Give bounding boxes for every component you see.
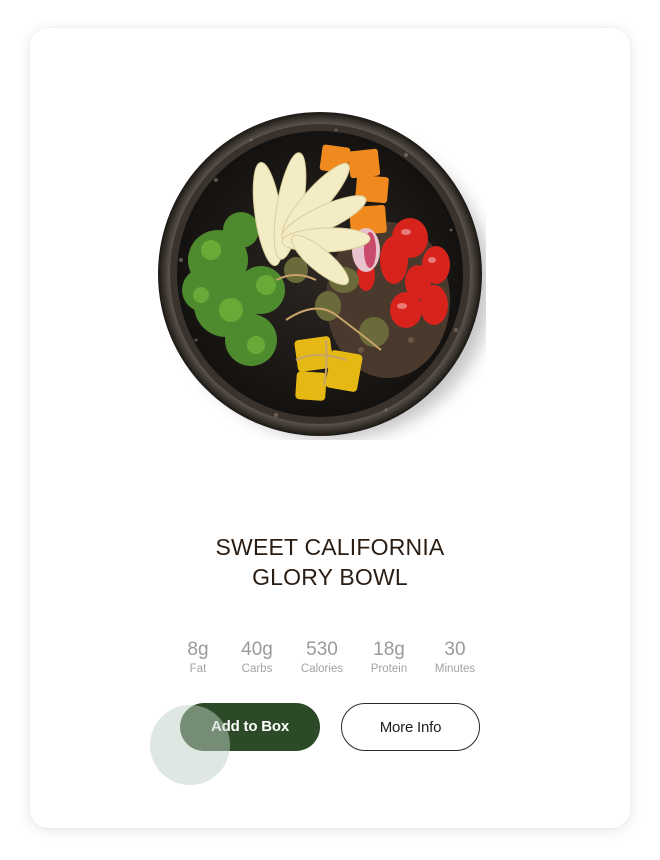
- stat-protein: 18g Protein: [371, 639, 407, 677]
- meal-image: [156, 110, 486, 440]
- add-to-box-button[interactable]: Add to Box: [180, 703, 320, 751]
- stat-carbs: 40g Carbs: [241, 639, 273, 677]
- more-info-button[interactable]: More Info: [341, 703, 480, 751]
- salad-bowl-illustration: [158, 112, 486, 440]
- stat-calories: 530 Calories: [301, 639, 343, 677]
- stat-label: Minutes: [434, 663, 476, 675]
- stat-label: Fat: [189, 663, 207, 675]
- meal-card: SWEET CALIFORNIA GLORY BOWL 8g Fat 40g C…: [30, 28, 630, 828]
- stat-minutes: 30 Minutes: [435, 639, 475, 677]
- meal-title-line-2: GLORY BOWL: [252, 564, 408, 590]
- stat-label: Calories: [300, 663, 344, 675]
- nutrition-stats: 8g Fat 40g Carbs 530 Calories 18g Protei…: [175, 639, 485, 679]
- stat-value: 8g: [187, 639, 209, 660]
- stat-value: 530: [306, 639, 338, 660]
- stat-fat: 8g Fat: [187, 639, 208, 677]
- stat-value: 40g: [241, 639, 273, 660]
- stat-label: Carbs: [241, 663, 273, 675]
- stat-value: 18g: [373, 639, 405, 660]
- meal-title-line-1: SWEET CALIFORNIA: [215, 534, 445, 560]
- meal-title: SWEET CALIFORNIA GLORY BOWL: [30, 532, 630, 592]
- stat-value: 30: [444, 639, 466, 660]
- stat-label: Protein: [370, 663, 408, 675]
